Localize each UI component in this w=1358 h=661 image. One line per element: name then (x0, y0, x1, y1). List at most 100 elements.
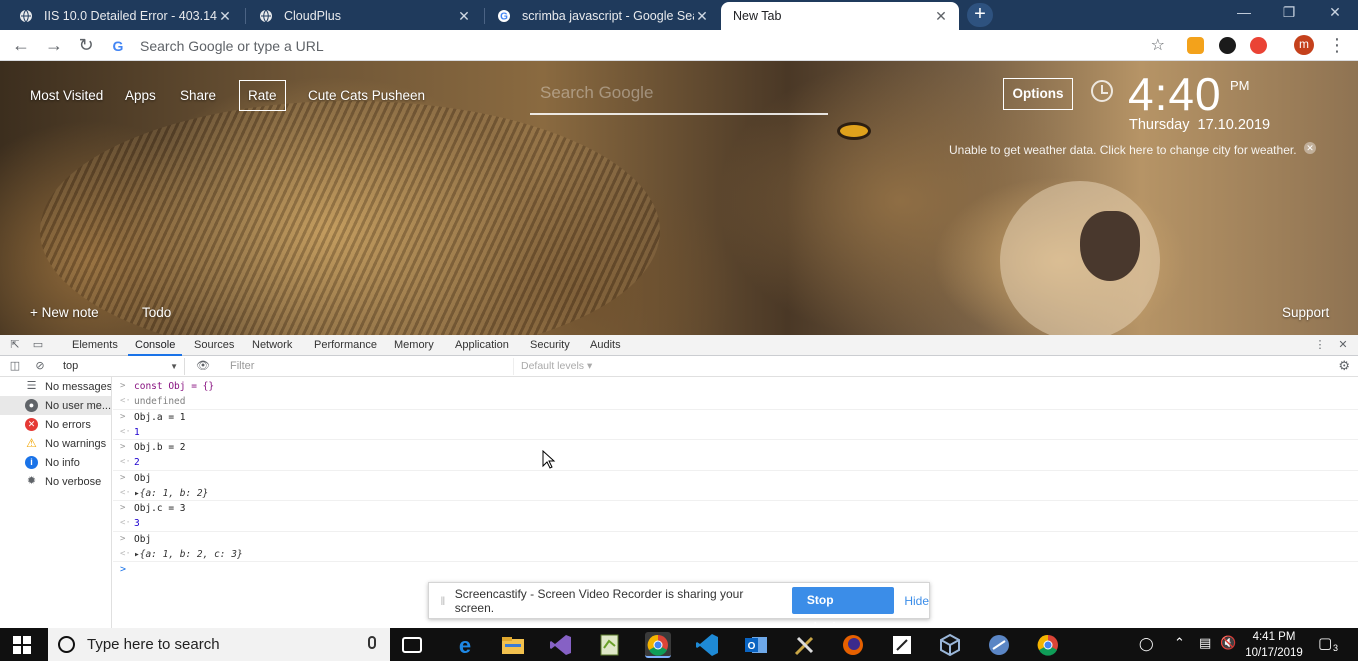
ntp-search-input[interactable]: Search Google (530, 81, 828, 115)
forward-icon[interactable]: → (43, 34, 65, 56)
taskbar-search-box[interactable]: Type here to search (48, 628, 390, 661)
devtools-tab-security[interactable]: Security (530, 335, 570, 356)
devtools-tab-application[interactable]: Application (455, 335, 509, 356)
tab-iis-error[interactable]: IIS 10.0 Detailed Error - 403.14 - I ✕ (0, 2, 243, 30)
windows-start-icon[interactable] (13, 636, 31, 654)
firefox-icon[interactable] (840, 632, 866, 658)
close-icon[interactable]: ✕ (456, 8, 472, 25)
chrome-icon[interactable] (645, 632, 671, 658)
notepad-plus-icon[interactable] (597, 632, 623, 658)
file-explorer-icon[interactable] (500, 632, 526, 658)
tab-new-tab[interactable]: New Tab ✕ (721, 2, 959, 30)
outlook-icon[interactable]: O (743, 632, 769, 658)
hide-button[interactable]: Hide (904, 594, 929, 608)
omnibox[interactable]: G Search Google or type a URL ☆ (110, 33, 1175, 58)
weather-message[interactable]: Unable to get weather data. Click here t… (949, 143, 1297, 157)
menu-dots-icon[interactable]: ⋮ (1326, 34, 1348, 56)
log-levels-dropdown[interactable]: Default levels ▾ (521, 358, 592, 375)
notepad-icon[interactable] (889, 632, 915, 658)
console-output-line: <· 1 (113, 425, 1358, 440)
support-link[interactable]: Support (1282, 305, 1329, 320)
devtools-close-icon[interactable]: ✕ (1336, 338, 1350, 352)
people-icon[interactable]: ◯ (1139, 636, 1154, 652)
clear-console-icon[interactable]: ⊘ (33, 359, 47, 373)
edge-icon[interactable]: e (452, 632, 478, 658)
devtools-tab-sources[interactable]: Sources (194, 335, 234, 356)
volume-muted-icon[interactable]: 🔇 (1220, 635, 1236, 651)
new-note-button[interactable]: + New note (30, 305, 99, 320)
chrome-icon-2[interactable] (1035, 632, 1061, 658)
taskbar-clock[interactable]: 4:41 PM 10/17/2019 (1243, 628, 1305, 661)
tab-strip: IIS 10.0 Detailed Error - 403.14 - I ✕ C… (0, 0, 1358, 30)
prompt-chevron-icon: > (120, 472, 126, 483)
tab-cloudplus[interactable]: CloudPlus ✕ (240, 2, 482, 30)
new-tab-button[interactable]: + (967, 3, 993, 27)
reload-icon[interactable]: ↻ (75, 34, 97, 56)
back-icon[interactable]: ← (10, 34, 32, 56)
tool-app-icon[interactable] (792, 632, 818, 658)
chevron-up-icon[interactable]: ⌃ (1174, 635, 1185, 651)
devtools-tab-memory[interactable]: Memory (394, 335, 434, 356)
xampp-icon[interactable] (986, 632, 1012, 658)
eye-icon[interactable]: 👁 (196, 359, 210, 373)
nav-cute-cats[interactable]: Cute Cats Pusheen (308, 88, 425, 103)
nav-share[interactable]: Share (180, 88, 216, 103)
sidebar-item-verbose[interactable]: ✹ No verbose (0, 472, 111, 491)
visual-studio-icon[interactable] (548, 632, 574, 658)
todo-button[interactable]: Todo (142, 305, 171, 320)
inspect-element-icon[interactable]: ⇱ (8, 338, 22, 352)
weather-close-icon[interactable]: ✕ (1304, 142, 1316, 154)
context-select[interactable]: top ▼ (57, 358, 185, 375)
sidebar-item-user-messages[interactable]: ● No user me... (0, 396, 111, 415)
extension-record-icon[interactable] (1250, 37, 1267, 54)
console-output-line[interactable]: <· ▸{a: 1, b: 2} (113, 486, 1358, 501)
sidebar-item-info[interactable]: i No info (0, 453, 111, 472)
virtualbox-icon[interactable] (937, 632, 963, 658)
clock-icon[interactable] (1091, 80, 1113, 102)
globe-icon (258, 8, 274, 24)
nav-apps[interactable]: Apps (125, 88, 156, 103)
stop-sharing-button[interactable]: Stop sharing (791, 587, 895, 634)
close-window-icon[interactable]: ✕ (1325, 4, 1345, 21)
sidebar-item-errors[interactable]: ✕ No errors (0, 415, 111, 434)
devtools-tab-console[interactable]: Console (128, 335, 183, 356)
devtools-menu-icon[interactable]: ⋮ (1313, 338, 1327, 352)
devtools-tab-elements[interactable]: Elements (72, 335, 118, 356)
close-icon[interactable]: ✕ (217, 8, 233, 25)
devtools-tab-network[interactable]: Network (252, 335, 292, 356)
gear-icon[interactable]: ⚙ (1338, 358, 1350, 374)
devtools-tab-performance[interactable]: Performance (314, 335, 377, 356)
console-object-preview[interactable]: ▸{a: 1, b: 2} (134, 488, 208, 499)
network-icon[interactable]: ▤ (1199, 635, 1211, 651)
sidebar-item-warnings[interactable]: ⚠ No warnings (0, 434, 111, 453)
minimize-icon[interactable]: — (1234, 4, 1254, 20)
microphone-icon[interactable] (368, 636, 376, 649)
extension-paw-icon[interactable] (1219, 37, 1236, 54)
sidebar-item-messages[interactable]: ☰ No messages (0, 377, 111, 396)
tab-scrimba-search[interactable]: G scrimba javascript - Google Searc ✕ (478, 2, 720, 30)
nav-rate[interactable]: Rate (239, 80, 286, 111)
task-view-icon[interactable] (402, 637, 422, 653)
console-filter-input[interactable]: Filter (222, 358, 514, 375)
device-toolbar-icon[interactable]: ▭ (31, 338, 45, 352)
profile-avatar[interactable]: m (1294, 35, 1314, 55)
sidebar-toggle-icon[interactable]: ◫ (8, 359, 22, 373)
options-button[interactable]: Options (1003, 78, 1073, 110)
restore-icon[interactable]: ❐ (1279, 4, 1299, 21)
extension-orange-icon[interactable] (1187, 37, 1204, 54)
windows-taskbar: Type here to search e O ◯ ⌃ ▤ 🔇 4:41 PM … (0, 628, 1358, 661)
list-icon: ☰ (26, 380, 37, 392)
console-object-preview[interactable]: ▸{a: 1, b: 2, c: 3} (134, 549, 243, 560)
devtools-tab-audits[interactable]: Audits (590, 335, 621, 356)
notification-center-icon[interactable]: ▢ (1318, 634, 1332, 652)
result-chevron-icon: <· (120, 548, 131, 559)
console-prompt-line[interactable]: > (113, 562, 1358, 577)
vscode-icon[interactable] (694, 632, 720, 658)
console-output-line[interactable]: <· ▸{a: 1, b: 2, c: 3} (113, 547, 1358, 562)
close-icon[interactable]: ✕ (694, 8, 710, 25)
console-output-text: 1 (134, 426, 140, 438)
drag-handle-icon[interactable]: ‖ (433, 594, 453, 608)
nav-most-visited[interactable]: Most Visited (30, 88, 103, 103)
bookmark-star-icon[interactable]: ☆ (1151, 35, 1165, 55)
close-icon[interactable]: ✕ (933, 8, 949, 25)
